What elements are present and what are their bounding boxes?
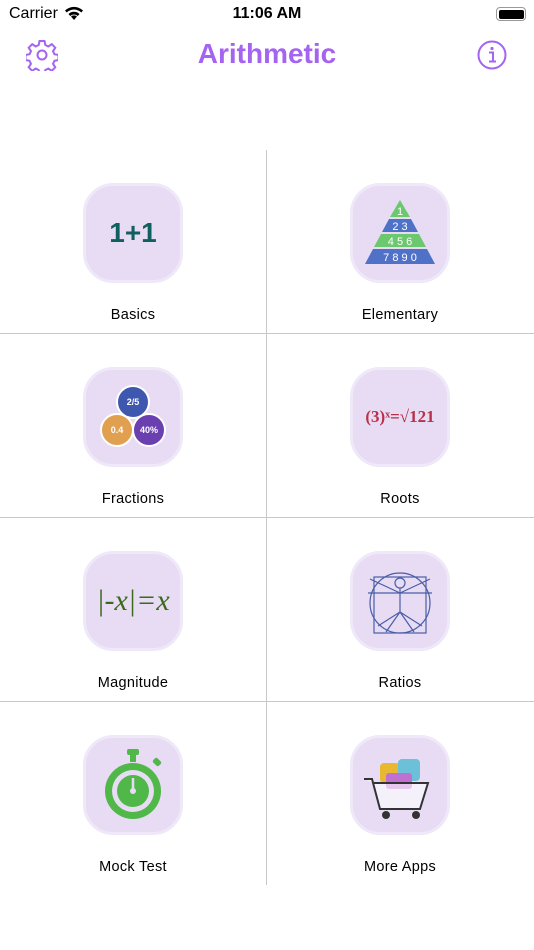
shopping-cart-icon (350, 735, 450, 835)
info-icon[interactable] (477, 40, 507, 70)
menu-item-elementary[interactable]: 1 2 3 4 5 6 7 8 9 0 Elementary (267, 150, 533, 334)
battery-icon (496, 7, 526, 21)
menu-item-more-apps[interactable]: More Apps (267, 702, 533, 886)
magnitude-icon: |-x|=x (83, 551, 183, 651)
menu-item-roots[interactable]: (3)ˣ=√121 Roots (267, 334, 533, 518)
status-bar: Carrier 11:06 AM (0, 0, 534, 28)
menu-item-label: Magnitude (97, 675, 169, 691)
pyramid-row: 7 8 9 0 (383, 252, 417, 264)
clock: 11:06 AM (232, 5, 302, 22)
menu-item-label: Mock Test (99, 859, 167, 875)
menu-item-label: More Apps (363, 859, 436, 875)
menu-item-fractions[interactable]: 2/5 0.4 40% Fractions (0, 334, 266, 518)
basics-icon-text: 1+1 (109, 217, 157, 248)
fraction-text: 2/5 (127, 397, 140, 407)
menu-item-label: Basics (110, 307, 156, 323)
stopwatch-icon (83, 735, 183, 835)
cart-graphic (364, 759, 430, 819)
menu-item-magnitude[interactable]: |-x|=x Magnitude (0, 518, 266, 702)
decimal-text: 0.4 (111, 425, 124, 435)
roots-icon: (3)ˣ=√121 (350, 367, 450, 467)
pyramid-row: 1 (397, 206, 403, 218)
stopwatch-graphic (105, 749, 162, 819)
pyramid-graphic: 1 2 3 4 5 6 7 8 9 0 (365, 200, 435, 264)
percent-text: 40% (140, 425, 158, 435)
fractions-icon: 2/5 0.4 40% (83, 367, 183, 467)
menu-item-label: Roots (380, 491, 420, 507)
menu-item-mock-test[interactable]: Mock Test (0, 702, 266, 886)
pyramid-row: 2 3 (392, 221, 407, 233)
menu-item-label: Elementary (361, 307, 439, 323)
pyramid-row: 4 5 6 (388, 236, 412, 248)
basics-icon: 1+1 (83, 183, 183, 283)
menu-item-basics[interactable]: 1+1 Basics (0, 150, 266, 334)
magnitude-icon-text: |-x|=x (96, 584, 170, 617)
menu-item-ratios[interactable]: Ratios (267, 518, 533, 702)
vitruvian-man-icon (350, 551, 450, 651)
page-title: Arithmetic (197, 38, 337, 69)
pyramid-icon: 1 2 3 4 5 6 7 8 9 0 (350, 183, 450, 283)
menu-item-label: Ratios (378, 675, 422, 691)
menu-item-label: Fractions (101, 491, 165, 507)
fractions-graphic: 2/5 0.4 40% (100, 385, 166, 447)
roots-icon-text: (3)ˣ=√121 (365, 407, 435, 426)
vitruvian-graphic (368, 572, 432, 634)
